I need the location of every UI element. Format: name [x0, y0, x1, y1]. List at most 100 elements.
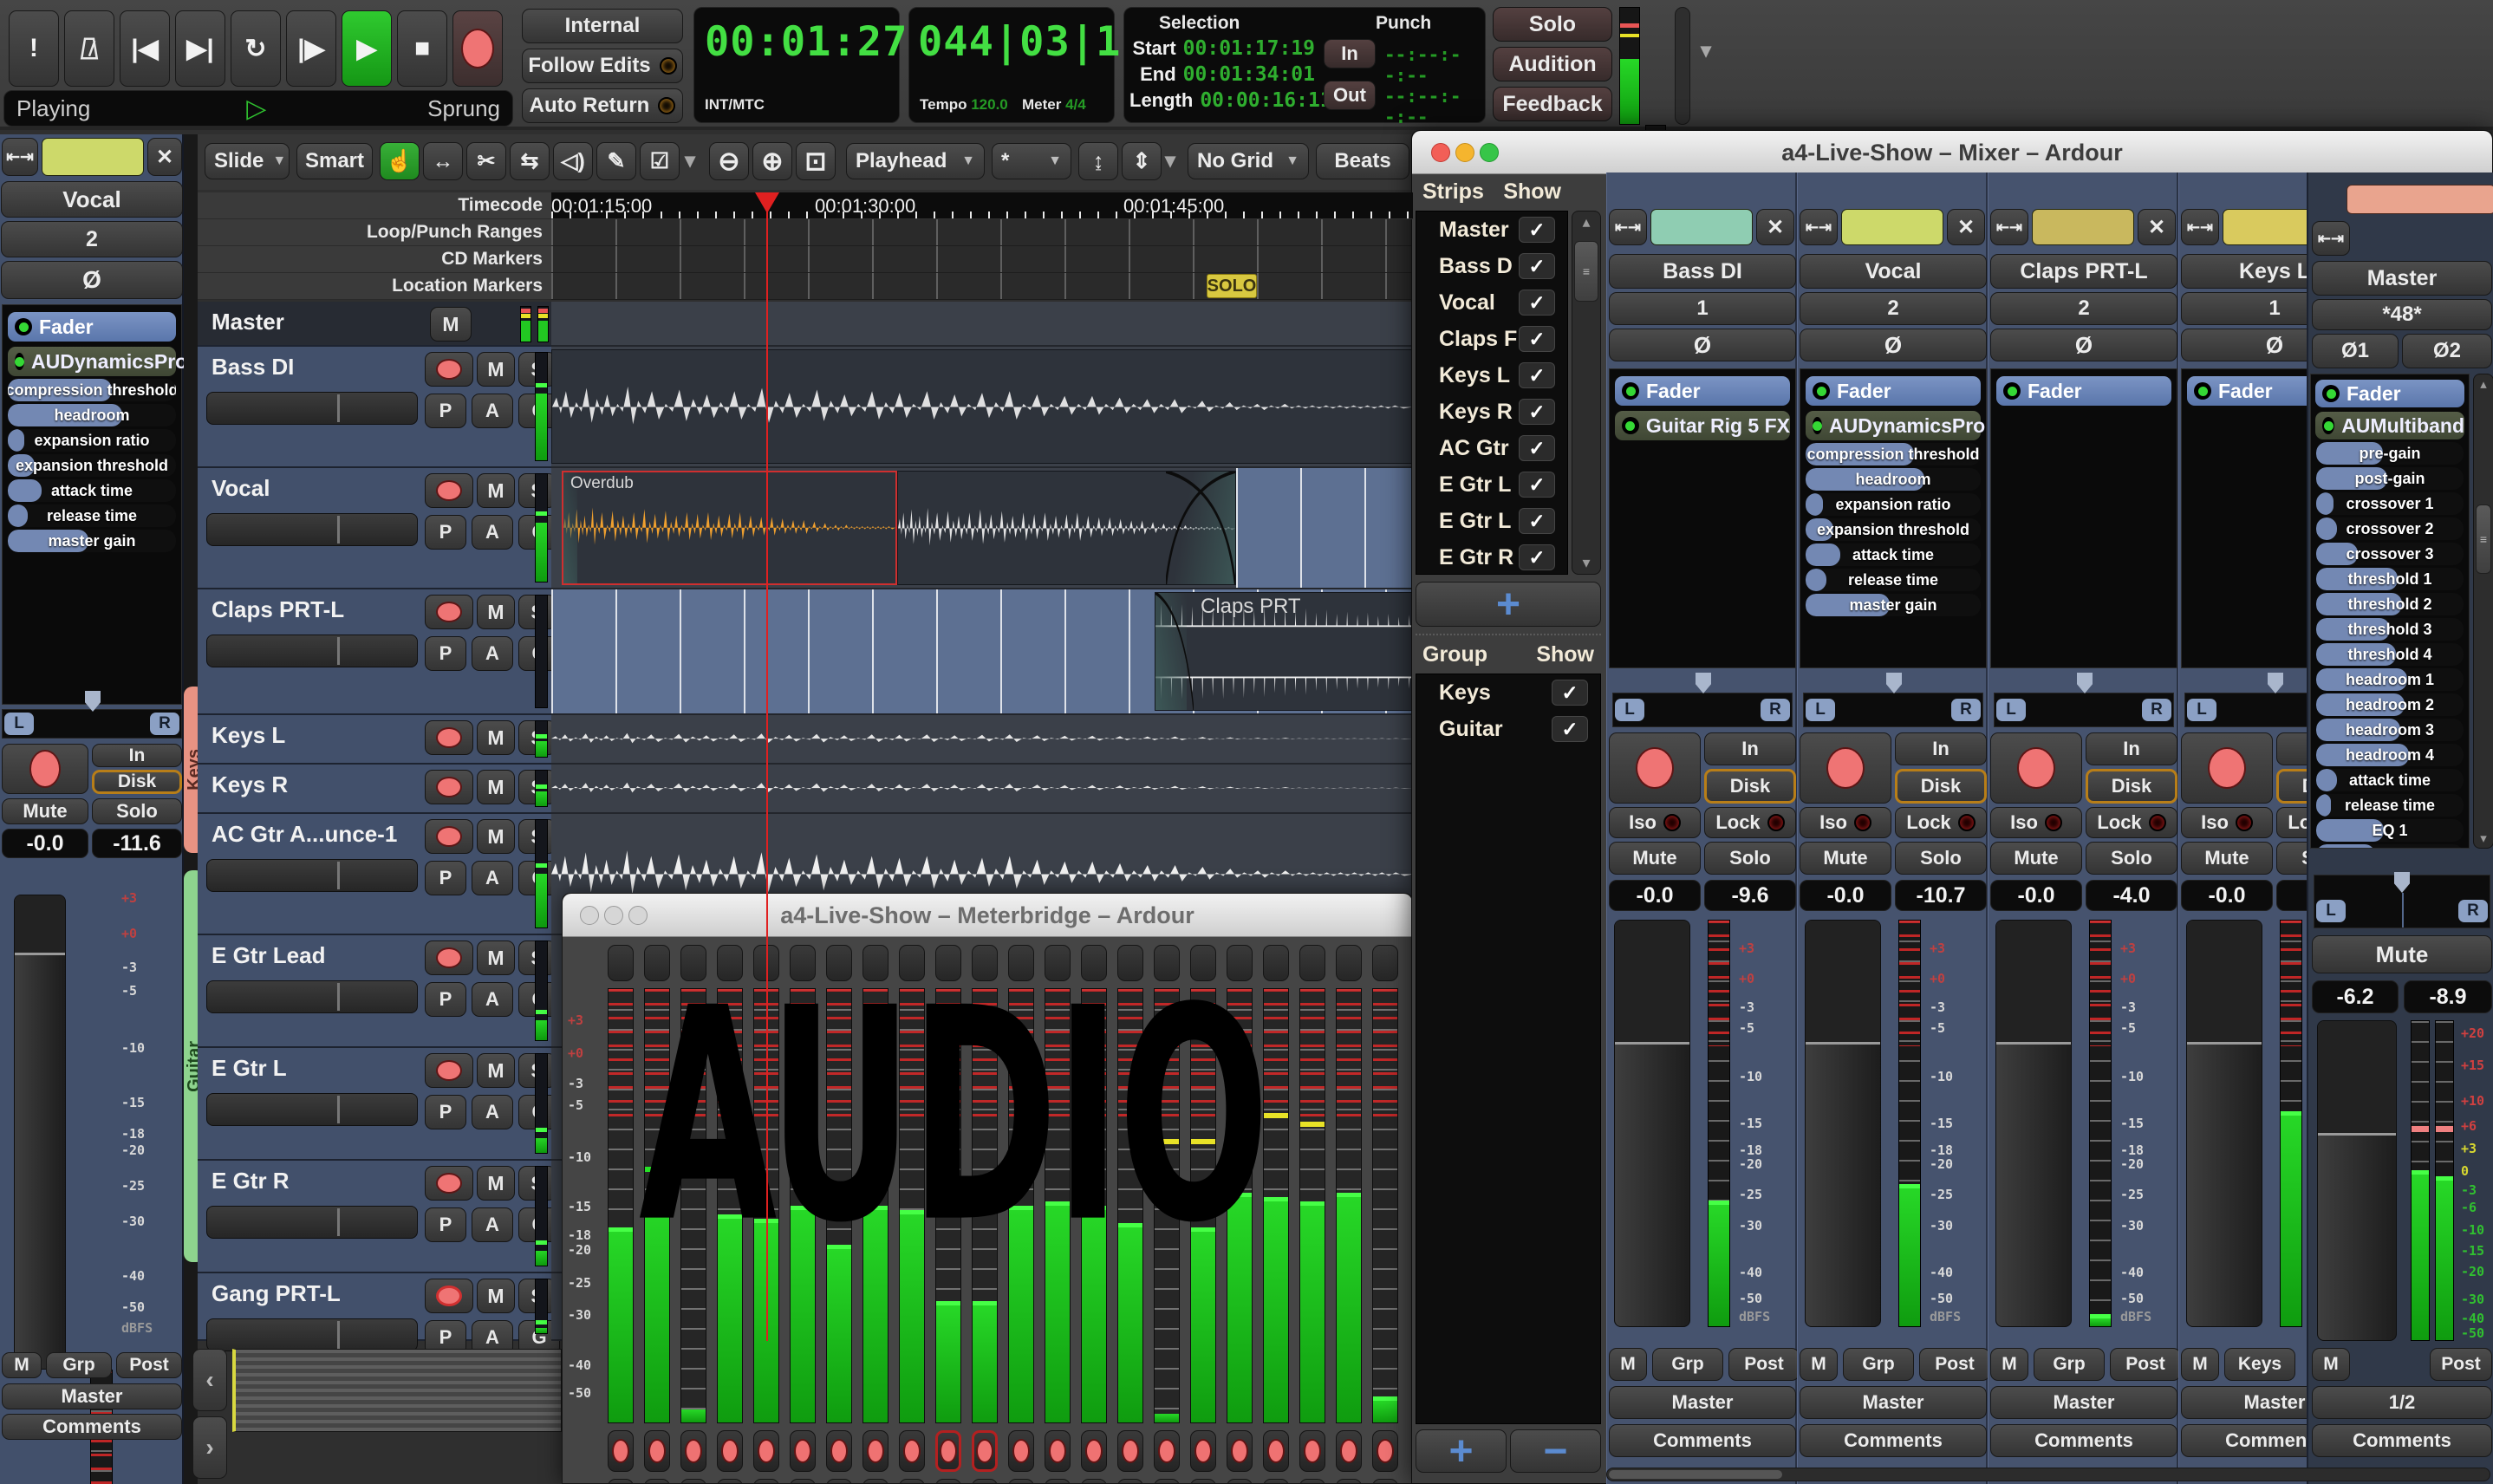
pan-left-label[interactable]: L	[2316, 900, 2346, 922]
strip-name-button[interactable]: Bass DI	[1609, 254, 1796, 289]
strip-post-button[interactable]: Post	[1728, 1348, 1800, 1381]
strip-io-button[interactable]: 2	[1990, 292, 2177, 325]
track-record-button[interactable]	[425, 819, 473, 854]
channel-record-button[interactable]	[935, 1430, 961, 1472]
gain-fader[interactable]	[2186, 920, 2262, 1327]
channel-button-row2[interactable]	[1008, 1479, 1034, 1483]
channel-record-button[interactable]	[790, 1430, 816, 1472]
strip-name-button[interactable]: Master	[2312, 261, 2492, 296]
control-attack-time[interactable]: attack time	[8, 479, 176, 502]
track-record-button[interactable]	[425, 1166, 473, 1201]
strip-io-button[interactable]: 2	[1800, 292, 1987, 325]
gain-display[interactable]: -0.0	[2181, 880, 2273, 911]
comments-button[interactable]: Comments	[1800, 1424, 1987, 1457]
output-button[interactable]: Master	[1800, 1386, 1987, 1419]
ruler-label-cd-markers[interactable]: CD Markers	[198, 246, 551, 273]
marker-scroll-dropdown[interactable]: *▼	[992, 143, 1071, 179]
pan-left-label[interactable]: L	[1615, 699, 1644, 721]
shrink-tracks[interactable]: ↨	[1078, 142, 1118, 180]
strip-width-button[interactable]: ⇤⇥	[1800, 209, 1838, 245]
channel-button-row2[interactable]	[1190, 1479, 1216, 1483]
comments-button[interactable]: Comments	[2, 1414, 182, 1440]
location-marker-solo[interactable]: SOLO	[1207, 274, 1257, 298]
comments-button[interactable]: Comments	[1609, 1424, 1796, 1457]
edit-point-tool[interactable]: ☑	[640, 142, 680, 180]
channel-record-button[interactable]	[826, 1430, 852, 1472]
track-record-button[interactable]	[425, 941, 473, 975]
control-headroom[interactable]: headroom	[1806, 468, 1981, 491]
strip-post-button[interactable]: Post	[2110, 1348, 2181, 1381]
channel-record-button[interactable]	[899, 1430, 925, 1472]
peak-display[interactable]: -11.6	[92, 829, 182, 858]
ruler-lane-cd-markers[interactable]	[551, 246, 1413, 273]
channel-button[interactable]	[608, 945, 634, 981]
record-enable-button[interactable]	[1800, 732, 1891, 804]
strip-name-button[interactable]: Vocal	[1, 181, 183, 218]
track-fader[interactable]	[206, 1206, 418, 1239]
strip-width-button[interactable]: ⇤⇥	[2, 138, 38, 176]
pan-left-label[interactable]: L	[1806, 699, 1835, 721]
processor-fader[interactable]: Fader	[8, 312, 176, 342]
monitor-disk-button[interactable]: Disk	[92, 770, 182, 794]
zoom-fit[interactable]: ⊡	[796, 142, 836, 180]
stop-button[interactable]: ■	[397, 10, 447, 87]
track-mute-button[interactable]: M	[477, 1053, 515, 1088]
mute-button[interactable]: Mute	[1990, 842, 2082, 875]
pan-pointer-icon[interactable]	[2268, 673, 2283, 693]
strip-name-button[interactable]: Vocal	[1800, 254, 1987, 289]
play-button[interactable]: ▶	[342, 10, 392, 87]
pan-left-label[interactable]: L	[4, 713, 34, 735]
auto-return-button[interactable]: Auto Return	[522, 88, 683, 123]
channel-button[interactable]	[1299, 945, 1325, 981]
ruler-lane-location-markers[interactable]	[551, 273, 1413, 300]
playhead-marker-icon[interactable]	[755, 192, 779, 213]
strip-close-button[interactable]: ✕	[2138, 209, 2176, 245]
isolate-button[interactable]: Iso	[1990, 807, 2082, 838]
region-vocal-comp[interactable]	[897, 471, 1236, 585]
meterbridge-titlebar[interactable]: a4-Live-Show – Meterbridge – Ardour	[563, 894, 1412, 937]
channel-button[interactable]	[1372, 945, 1398, 981]
monitor-disk-button[interactable]: Disk	[1895, 769, 1987, 804]
canvas-track-vocal[interactable]: Overdub	[551, 468, 1413, 589]
mute-button[interactable]: Mute	[2181, 842, 2273, 875]
punch-out-button[interactable]: Out	[1324, 81, 1376, 110]
toolbar-chevron-icon[interactable]: ▾	[1701, 38, 1711, 63]
gain-fader[interactable]	[1614, 920, 1690, 1327]
strip-m-button[interactable]: M	[2, 1352, 42, 1378]
ruler-lane-loop-punch-ranges[interactable]	[551, 219, 1413, 246]
region-bass[interactable]	[551, 349, 1413, 464]
comments-button[interactable]: Comments	[1990, 1424, 2177, 1457]
mute-button[interactable]: Mute	[1800, 842, 1891, 875]
pan-left-label[interactable]: L	[1996, 699, 2026, 721]
metronome-button[interactable]	[64, 10, 114, 87]
control-expansion-threshold[interactable]: expansion threshold	[1806, 518, 1981, 541]
channel-record-button[interactable]	[1045, 1430, 1071, 1472]
channel-button-row2[interactable]	[1117, 1479, 1143, 1483]
channel-record-button[interactable]	[1227, 1430, 1253, 1472]
channel-button-row2[interactable]	[1045, 1479, 1071, 1483]
go-to-start-button[interactable]: |◀	[120, 10, 170, 87]
comments-button[interactable]: Comments	[2312, 1424, 2492, 1457]
track-name[interactable]: AC Gtr A...unce-1	[212, 821, 397, 848]
ruler-label-loop-punch-ranges[interactable]: Loop/Punch Ranges	[198, 219, 551, 246]
control-post-gain[interactable]: post-gain	[2316, 467, 2464, 490]
channel-record-button[interactable]	[1117, 1430, 1143, 1472]
monitor-disk-button[interactable]: Disk	[2086, 769, 2177, 804]
track-color-swatch[interactable]	[2032, 209, 2134, 245]
ruler-label-timecode[interactable]: Timecode	[198, 192, 551, 219]
record-enable-button[interactable]	[1609, 732, 1701, 804]
channel-button-row2[interactable]	[1154, 1479, 1180, 1483]
control-release-time[interactable]: release time	[1806, 569, 1981, 591]
follow-edits-button[interactable]: Follow Edits	[522, 49, 683, 83]
pan-control[interactable]: L R	[2, 709, 182, 739]
processor-plugin[interactable]: AUDynamicsPro	[8, 347, 176, 376]
ruler-label-location-markers[interactable]: Location Markers	[198, 273, 551, 300]
track-mute-button[interactable]: M	[477, 352, 515, 387]
track-playlist-button[interactable]: P	[425, 1207, 466, 1242]
peak-display[interactable]: -8.9	[2404, 980, 2492, 1013]
channel-record-button[interactable]	[1263, 1430, 1289, 1472]
strip-name-button[interactable]: Claps PRT-L	[1990, 254, 2177, 289]
channel-button-row2[interactable]	[753, 1479, 779, 1483]
mixer-h-scrollbar[interactable]	[1606, 1468, 2490, 1481]
control-eq-2[interactable]: EQ 2	[2316, 844, 2464, 849]
